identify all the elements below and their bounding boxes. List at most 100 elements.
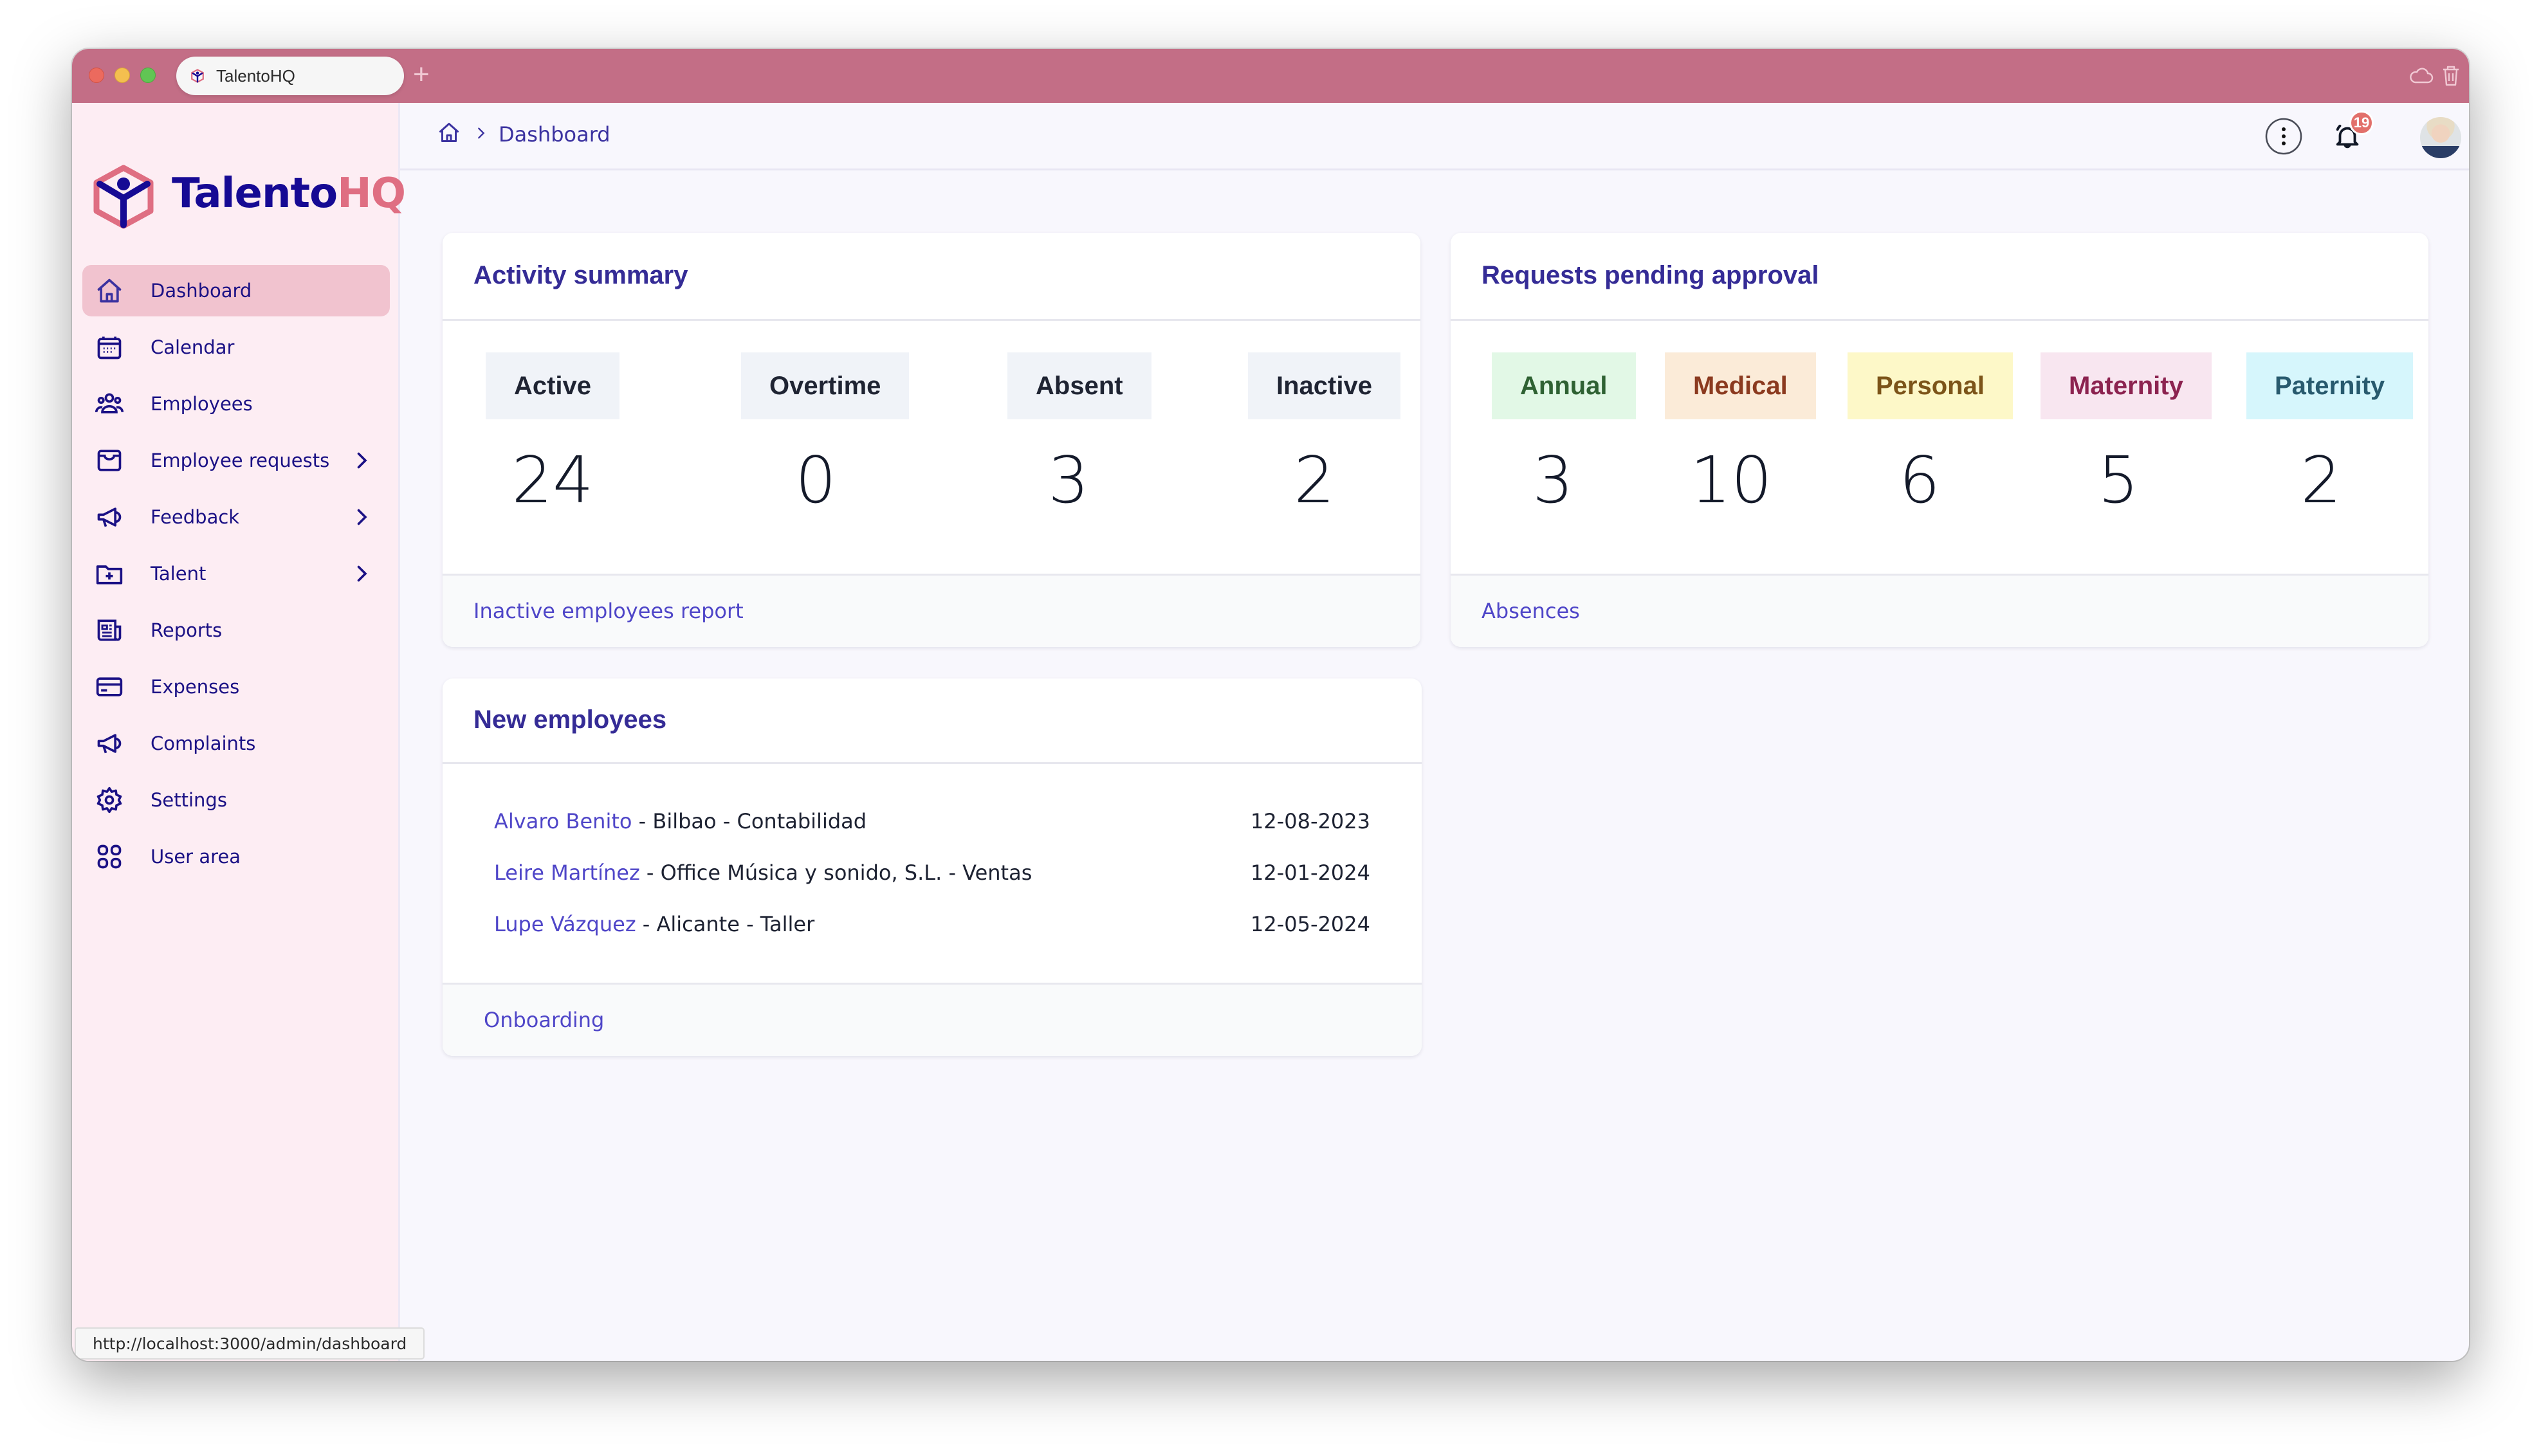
sidebar-nav: Dashboard Calendar Employees Employee re… (82, 265, 390, 887)
sidebar-item-employee-requests[interactable]: Employee requests (82, 435, 390, 486)
card-footer: Absences (1451, 574, 2428, 647)
sidebar-item-label: Calendar (151, 336, 235, 358)
new-employees-card: New employees Alvaro Benito - Bilbao - C… (443, 678, 1422, 1056)
card-footer: Inactive employees report (443, 574, 1420, 647)
browser-tab[interactable]: TalentoHQ (176, 57, 404, 95)
megaphone-icon (97, 734, 122, 754)
inactive-employees-report-link[interactable]: Inactive employees report (473, 599, 744, 623)
chevron-right-icon (478, 127, 485, 139)
folder-plus-icon (96, 565, 123, 585)
cloud-icon[interactable] (2408, 63, 2434, 89)
home-icon[interactable] (437, 121, 461, 144)
sidebar-item-user-area[interactable]: User area (82, 831, 390, 882)
sidebar-item-label: User area (151, 846, 241, 868)
activity-summary-card: Activity summary Active 24 Overtime 0 Ab… (443, 233, 1420, 647)
stat-overtime: Overtime 0 (741, 352, 910, 518)
request-stat-medical[interactable]: Medical 10 (1665, 352, 1816, 518)
stat-value: 0 (795, 442, 836, 518)
stat-value: 5 (2098, 442, 2139, 518)
stat-value: 6 (1899, 442, 1940, 518)
card-title: New employees (473, 705, 667, 734)
stat-value: 3 (1048, 442, 1089, 518)
maximize-window-button[interactable] (140, 68, 156, 83)
divider (443, 762, 1422, 764)
sidebar-item-complaints[interactable]: Complaints (82, 718, 390, 769)
breadcrumb-current: Dashboard (499, 122, 610, 147)
employee-details: - Bilbao - Contabilidad (632, 809, 867, 833)
sidebar: TalentoHQ Dashboard Calendar Employees E… (72, 103, 425, 1361)
inbox-icon (97, 450, 122, 471)
stat-value: 2 (2300, 442, 2342, 518)
chevron-right-icon[interactable] (350, 449, 373, 472)
newspaper-icon (97, 619, 122, 641)
close-window-button[interactable] (89, 68, 104, 83)
chevron-right-icon[interactable] (350, 562, 373, 585)
stat-absent: Absent 3 (1007, 352, 1151, 518)
talentohq-favicon-icon (191, 69, 204, 83)
card-title: Requests pending approval (1481, 261, 1819, 289)
plus-icon[interactable]: + (413, 60, 430, 89)
sidebar-item-label: Dashboard (151, 280, 252, 302)
stat-label: Paternity (2246, 352, 2414, 419)
divider (1451, 319, 2428, 321)
employee-details: - Alicante - Taller (636, 912, 815, 936)
sidebar-item-label: Feedback (151, 506, 240, 528)
chevron-right-icon[interactable] (350, 505, 373, 529)
sidebar-item-settings[interactable]: Settings (82, 774, 390, 826)
browser-window: TalentoHQ + TalentoHQ Dashboard Calendar (72, 49, 2469, 1361)
list-item: Leire Martínez - Office Música y sonido,… (494, 860, 1370, 893)
divider (443, 319, 1420, 321)
browser-tab-bar: TalentoHQ + (72, 49, 2469, 103)
requests-pending-card: Requests pending approval Annual 3 Medic… (1451, 233, 2428, 647)
minimize-window-button[interactable] (115, 68, 130, 83)
sidebar-item-label: Settings (151, 789, 227, 811)
employee-start-date: 12-08-2023 (1251, 809, 1370, 833)
notification-badge: 19 (2349, 111, 2374, 135)
list-item: Alvaro Benito - Bilbao - Contabilidad 12… (494, 809, 1370, 841)
sidebar-item-dashboard[interactable]: Dashboard (82, 265, 390, 316)
request-stat-maternity[interactable]: Maternity 5 (2041, 352, 2212, 518)
megaphone-icon (97, 507, 122, 527)
card-title: Activity summary (473, 261, 688, 289)
request-stat-personal[interactable]: Personal 6 (1848, 352, 2013, 518)
stat-value: 2 (1294, 442, 1335, 518)
brand-name[interactable]: TalentoHQ (172, 170, 406, 217)
absences-link[interactable]: Absences (1481, 599, 1580, 623)
onboarding-link[interactable]: Onboarding (484, 1008, 604, 1032)
grid-icon (97, 844, 122, 869)
employee-start-date: 12-05-2024 (1251, 912, 1370, 936)
stat-active: Active 24 (484, 352, 621, 518)
sidebar-item-label: Reports (151, 619, 223, 641)
employee-name-link[interactable]: Lupe Vázquez (494, 912, 636, 936)
employee-name-link[interactable]: Alvaro Benito (494, 809, 632, 833)
sidebar-item-label: Employees (151, 393, 253, 415)
stat-value: 24 (511, 442, 594, 518)
sidebar-item-label: Employee requests (151, 450, 330, 471)
trash-icon[interactable] (2438, 63, 2464, 89)
sidebar-item-reports[interactable]: Reports (82, 605, 390, 656)
sidebar-item-label: Complaints (151, 733, 256, 754)
avatar[interactable] (2420, 117, 2461, 158)
sidebar-item-calendar[interactable]: Calendar (82, 322, 390, 373)
sidebar-item-label: Expenses (151, 676, 240, 698)
gear-icon (96, 787, 122, 814)
sidebar-item-talent[interactable]: Talent (82, 548, 390, 599)
talentohq-logo-icon[interactable] (91, 165, 156, 229)
request-stat-annual[interactable]: Annual 3 (1492, 352, 1636, 518)
users-icon (95, 393, 124, 414)
sidebar-item-expenses[interactable]: Expenses (82, 661, 390, 713)
employee-name-link[interactable]: Leire Martínez (494, 860, 640, 885)
stat-label: Medical (1665, 352, 1816, 419)
home-icon (97, 278, 122, 303)
more-options-icon[interactable] (2264, 117, 2303, 156)
stat-label: Inactive (1248, 352, 1400, 419)
sidebar-item-label: Talent (151, 563, 206, 585)
sidebar-item-employees[interactable]: Employees (82, 378, 390, 430)
stat-label: Annual (1492, 352, 1636, 419)
list-item: Lupe Vázquez - Alicante - Taller 12-05-2… (494, 912, 1370, 944)
employee-start-date: 12-01-2024 (1251, 860, 1370, 885)
stat-label: Absent (1007, 352, 1151, 419)
stat-value: 10 (1690, 442, 1772, 518)
sidebar-item-feedback[interactable]: Feedback (82, 491, 390, 543)
request-stat-paternity[interactable]: Paternity 2 (2246, 352, 2414, 518)
